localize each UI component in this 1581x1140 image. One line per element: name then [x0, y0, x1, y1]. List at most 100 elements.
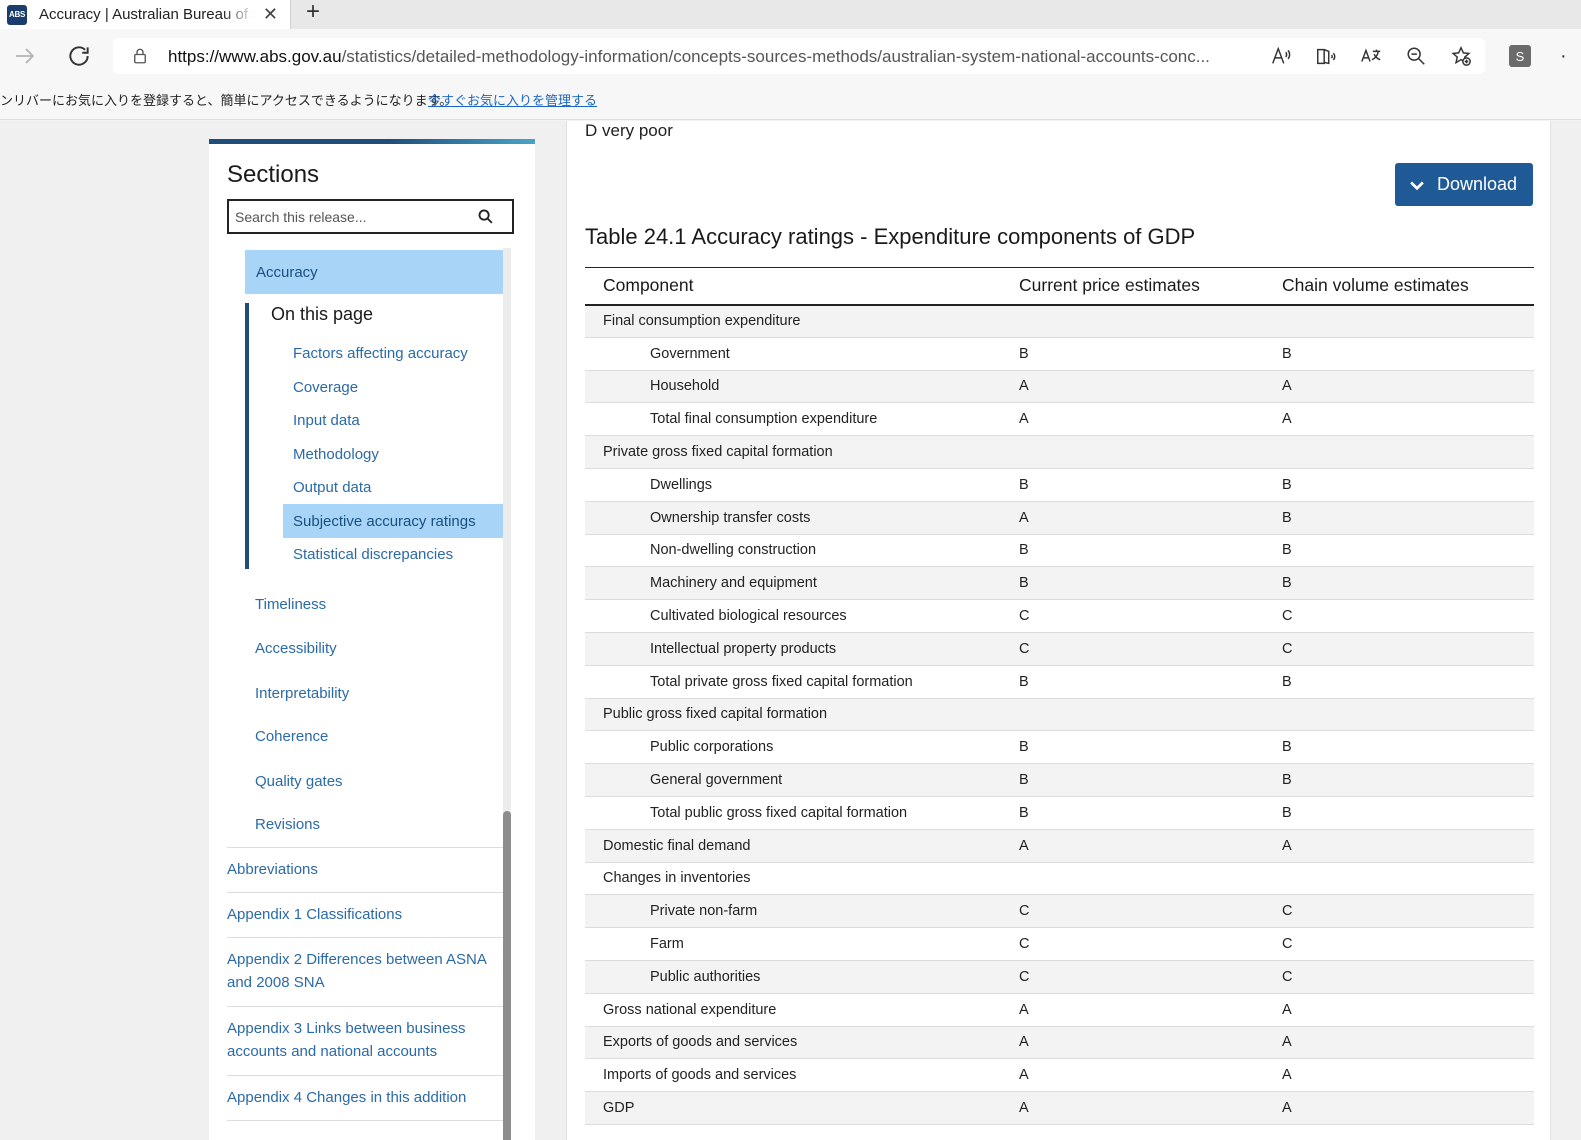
cell-current-price — [1019, 304, 1282, 338]
tab-title: Accuracy | Australian Bureau of Statisti… — [39, 6, 255, 23]
close-tab-icon[interactable]: ✕ — [263, 4, 278, 24]
onpage-link-factors[interactable]: Factors affecting accuracy — [283, 336, 505, 370]
cell-chain-volume: A — [1282, 993, 1534, 1027]
nav-link-appendix-3[interactable]: Appendix 3 Links between business accoun… — [227, 1006, 505, 1075]
cell-current-price: B — [1019, 566, 1282, 601]
table-row: Ownership transfer costs A B — [585, 501, 1534, 535]
zoom-out-icon[interactable] — [1405, 45, 1427, 67]
table-row: Cultivated biological resources C C — [585, 599, 1534, 633]
table-row: Private gross fixed capital formation — [585, 435, 1534, 469]
cell-chain-volume: C — [1282, 599, 1534, 633]
cell-component: Intellectual property products — [585, 632, 1019, 666]
address-bar[interactable]: https://www.abs.gov.au/statistics/detail… — [113, 38, 1485, 74]
release-search — [227, 199, 514, 234]
table-row: Non-dwelling construction B B — [585, 534, 1534, 568]
profile-avatar[interactable]: S — [1509, 45, 1531, 67]
cell-component: Public authorities — [585, 960, 1019, 994]
url-path: /statistics/detailed-methodology-informa… — [341, 47, 1210, 66]
accuracy-ratings-table: Component Current price estimates Chain … — [585, 267, 1534, 1125]
browser-tab[interactable]: ABS Accuracy | Australian Bureau of Stat… — [0, 0, 291, 29]
cell-chain-volume: A — [1282, 829, 1534, 863]
cell-current-price: B — [1019, 337, 1282, 371]
abs-favicon-icon: ABS — [7, 4, 27, 25]
cell-chain-volume: C — [1282, 894, 1534, 929]
table-row: Dwellings B B — [585, 468, 1534, 502]
table-row: General government B B — [585, 763, 1534, 797]
cell-current-price: B — [1019, 763, 1282, 797]
reload-icon[interactable] — [66, 43, 92, 69]
sidebar-heading: Sections — [227, 161, 320, 188]
search-icon[interactable] — [477, 208, 494, 225]
manage-favorites-link[interactable]: 今すぐお気に入りを管理する — [428, 90, 597, 109]
nav-link-appendix-4[interactable]: Appendix 4 Changes in this addition — [227, 1075, 505, 1121]
new-tab-icon[interactable]: + — [302, 0, 324, 25]
cell-component: Exports of goods and services — [585, 1026, 1019, 1060]
rating-definition-text: D very poor — [585, 121, 673, 140]
translate-icon[interactable] — [1360, 45, 1382, 67]
nav-item-accessibility[interactable]: Accessibility — [255, 640, 337, 657]
cell-component: Ownership transfer costs — [585, 501, 1019, 535]
table-row: Total public gross fixed capital formati… — [585, 796, 1534, 830]
onpage-link-coverage[interactable]: Coverage — [283, 370, 505, 404]
cell-chain-volume: B — [1282, 665, 1534, 699]
lock-icon[interactable] — [131, 47, 149, 65]
onpage-link-discrepancies[interactable]: Statistical discrepancies — [283, 537, 505, 571]
table-row: GDP A A — [585, 1091, 1534, 1125]
cell-chain-volume: B — [1282, 468, 1534, 502]
cell-component: Farm — [585, 927, 1019, 961]
cell-chain-volume: A — [1282, 1091, 1534, 1125]
cell-chain-volume: B — [1282, 796, 1534, 830]
nav-item-quality-gates[interactable]: Quality gates — [255, 773, 343, 790]
cell-component: General government — [585, 763, 1019, 797]
cell-component: Public corporations — [585, 730, 1019, 765]
nav-link-appendix-1[interactable]: Appendix 1 Classifications — [227, 892, 505, 937]
cell-component: Household — [585, 370, 1019, 404]
table-row: Total private gross fixed capital format… — [585, 665, 1534, 699]
cell-current-price: B — [1019, 730, 1282, 765]
onpage-link-subjective-ratings[interactable]: Subjective accuracy ratings — [283, 504, 505, 538]
cell-current-price: C — [1019, 894, 1282, 929]
cell-current-price: A — [1019, 501, 1282, 535]
cell-current-price: B — [1019, 665, 1282, 699]
main-content: D very poor Download Table 24.1 Accuracy… — [566, 121, 1551, 1140]
sidebar-scrollbar-thumb[interactable] — [503, 811, 511, 1140]
cell-chain-volume: C — [1282, 960, 1534, 994]
cell-component: Changes in inventories — [585, 862, 1019, 896]
nav-item-interpretability[interactable]: Interpretability — [255, 685, 349, 702]
nav-item-accuracy[interactable]: Accuracy — [245, 250, 505, 294]
cell-chain-volume — [1282, 435, 1534, 469]
table-header-row: Component Current price estimates Chain … — [585, 267, 1534, 306]
cell-current-price: C — [1019, 960, 1282, 994]
immersive-reader-icon[interactable] — [1315, 45, 1337, 67]
table-row: Exports of goods and services A A — [585, 1026, 1534, 1060]
nav-item-coherence[interactable]: Coherence — [255, 728, 328, 745]
cell-chain-volume: C — [1282, 927, 1534, 961]
cell-chain-volume: B — [1282, 501, 1534, 535]
nav-item-revisions[interactable]: Revisions — [255, 816, 320, 833]
cell-current-price: A — [1019, 993, 1282, 1027]
table-row: Farm C C — [585, 927, 1534, 961]
chevron-down-icon — [1410, 181, 1424, 190]
read-aloud-icon[interactable] — [1270, 45, 1292, 67]
cell-component: Imports of goods and services — [585, 1058, 1019, 1093]
url-text[interactable]: https://www.abs.gov.au/statistics/detail… — [168, 47, 1253, 67]
column-header-current-price: Current price estimates — [1019, 267, 1282, 306]
search-input[interactable] — [235, 207, 475, 227]
forward-icon[interactable] — [12, 44, 38, 68]
table-row: Public gross fixed capital formation — [585, 698, 1534, 732]
cell-chain-volume: B — [1282, 534, 1534, 568]
nav-link-appendix-2[interactable]: Appendix 2 Differences between ASNA and … — [227, 937, 505, 1006]
onpage-link-methodology[interactable]: Methodology — [283, 437, 505, 471]
cell-current-price: A — [1019, 402, 1282, 437]
add-favorite-icon[interactable] — [1450, 45, 1472, 67]
onpage-link-input-data[interactable]: Input data — [283, 403, 505, 437]
onpage-link-output-data[interactable]: Output data — [283, 470, 505, 504]
cell-current-price: A — [1019, 370, 1282, 404]
more-menu-icon[interactable]: · — [1560, 45, 1569, 68]
nav-link-abbreviations[interactable]: Abbreviations — [227, 847, 505, 892]
table-row: Intellectual property products C C — [585, 632, 1534, 666]
download-button[interactable]: Download — [1395, 163, 1533, 206]
nav-item-timeliness[interactable]: Timeliness — [255, 596, 326, 613]
cell-component: Private non-farm — [585, 894, 1019, 929]
sidebar-scrollbar[interactable] — [503, 248, 511, 1140]
